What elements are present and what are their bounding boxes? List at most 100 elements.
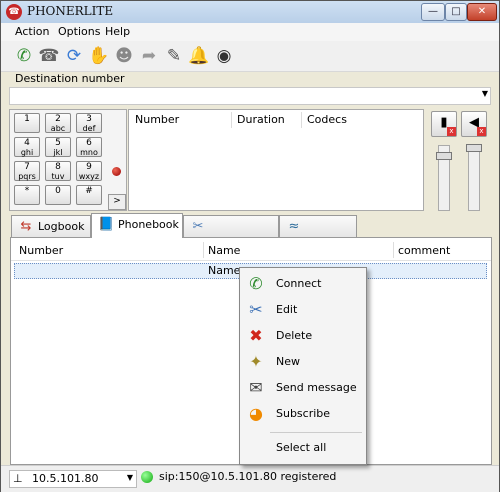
keypad-arrow-button[interactable]: >: [108, 194, 126, 210]
forward-icon[interactable]: ➦: [138, 45, 160, 67]
key-letters: mno: [80, 148, 98, 157]
column-number[interactable]: Number: [19, 244, 63, 257]
slider-thumb[interactable]: [436, 152, 452, 160]
status-led-icon: [112, 167, 121, 176]
rss-icon: ◕: [249, 404, 263, 423]
menu-action[interactable]: Action: [15, 25, 49, 38]
menu-item-connect[interactable]: ✆ Connect: [240, 272, 366, 296]
keypad-key[interactable]: #: [76, 185, 102, 205]
tab-statistics[interactable]: ≈Statistics: [279, 215, 357, 254]
menu-item-select-all[interactable]: Select all: [240, 436, 366, 460]
phonebook-icon: 📘: [98, 217, 115, 232]
mask-icon[interactable]: ◉: [213, 45, 235, 67]
new-wand-icon: ✦: [249, 352, 263, 371]
menu-options[interactable]: Options: [58, 25, 100, 38]
toolbar: ✆ ☎ ⟳ ✋ ☻ ➦ ✎ 🔔 ◉: [1, 41, 499, 72]
close-button[interactable]: ✕: [467, 3, 497, 21]
ip-address-value: 10.5.101.80: [32, 472, 99, 485]
bell-icon[interactable]: 🔔: [188, 45, 210, 67]
keypad-key[interactable]: 4 ghi: [14, 137, 40, 157]
keypad-key[interactable]: 7 pqrs: [14, 161, 40, 181]
keypad-key[interactable]: 2 abc: [45, 113, 71, 133]
menu-item-subscribe[interactable]: ◕ Subscribe: [240, 402, 366, 426]
tab-label: Phonebook: [118, 218, 179, 231]
key-letters: abc: [50, 124, 66, 133]
key-digit: 7: [24, 162, 30, 172]
keypad-key[interactable]: 6 mno: [76, 137, 102, 157]
configuration-icon: ✂: [192, 219, 204, 234]
menu-item-label: Delete: [276, 329, 313, 342]
microphone-volume-slider[interactable]: [436, 145, 452, 211]
speaker-mute-button[interactable]: ◀ x: [461, 111, 487, 137]
keypad-key[interactable]: *: [14, 185, 40, 205]
column-divider: [301, 112, 302, 128]
column-duration[interactable]: Duration: [237, 113, 285, 126]
keypad-key[interactable]: 5 jkl: [45, 137, 71, 157]
speaker-volume-slider[interactable]: [466, 144, 482, 211]
key-digit: *: [24, 186, 30, 196]
column-divider: [231, 112, 232, 128]
dropdown-arrow-icon[interactable]: ▼: [482, 89, 488, 98]
maximize-button[interactable]: □: [445, 3, 467, 21]
ip-address-select[interactable]: ⊥ 10.5.101.80 ▼: [9, 470, 137, 488]
destination-input[interactable]: ▼: [9, 87, 491, 105]
active-calls-table[interactable]: Number Duration Codecs: [128, 109, 424, 211]
transfer-icon[interactable]: ⟳: [63, 45, 85, 67]
column-codecs[interactable]: Codecs: [307, 113, 347, 126]
key-digit: 5: [55, 138, 61, 148]
keypad-key[interactable]: 9 wxyz: [76, 161, 102, 181]
keypad-key[interactable]: 3 def: [76, 113, 102, 133]
envelope-icon: ✉: [249, 378, 263, 397]
menu-item-label: Subscribe: [276, 407, 331, 420]
column-divider: [393, 242, 394, 258]
key-digit: 6: [86, 138, 92, 148]
tab-phonebook[interactable]: 📘 Phonebook: [91, 213, 183, 238]
menu-item-delete[interactable]: ✖ Delete: [240, 324, 366, 348]
keypad-key[interactable]: 8 tuv: [45, 161, 71, 181]
edit-tools-icon: ✂: [249, 300, 263, 319]
menu-item-label: Select all: [276, 441, 327, 454]
keypad-key[interactable]: 0: [45, 185, 71, 205]
keypad-key[interactable]: 1: [14, 113, 40, 133]
registration-status-icon: [141, 471, 153, 483]
key-letters: wxyz: [78, 172, 100, 181]
key-digit: 4: [24, 138, 30, 148]
title-bar[interactable]: ☎ PHONERLITE — □ ✕: [1, 1, 499, 24]
minimize-button[interactable]: —: [421, 3, 445, 21]
hangup-icon[interactable]: ☎: [38, 45, 60, 67]
call-icon[interactable]: ✆: [13, 45, 35, 67]
slider-thumb[interactable]: [466, 144, 482, 152]
column-number[interactable]: Number: [135, 113, 179, 126]
tab-label: Logbook: [38, 220, 85, 233]
key-digit: 3: [86, 114, 92, 124]
menu-help[interactable]: Help: [105, 25, 130, 38]
tab-logbook[interactable]: ⇆ Logbook: [11, 215, 91, 237]
microphone-mute-button[interactable]: ▮ x: [431, 111, 457, 137]
key-letters: def: [82, 124, 96, 133]
menu-item-edit[interactable]: ✂ Edit: [240, 298, 366, 322]
key-digit: 0: [55, 186, 61, 196]
hold-hand-icon[interactable]: ✋: [88, 45, 110, 67]
menu-item-label: Send message: [276, 381, 357, 394]
column-name[interactable]: Name: [208, 244, 240, 257]
conference-icon[interactable]: ☻: [113, 45, 135, 67]
menu-item-new[interactable]: ✦ New: [240, 350, 366, 374]
column-comment[interactable]: comment: [398, 244, 450, 257]
network-icon: ⊥: [13, 472, 23, 485]
column-divider: [203, 242, 204, 258]
registration-status-text: sip:150@10.5.101.80 registered: [159, 470, 337, 483]
key-digit: 2: [55, 114, 61, 124]
dropdown-arrow-icon[interactable]: ▼: [127, 473, 133, 482]
delete-x-icon: ✖: [249, 326, 263, 345]
key-digit: 9: [86, 162, 92, 172]
memo-icon[interactable]: ✎: [163, 45, 185, 67]
key-letters: pqrs: [18, 172, 36, 181]
tab-bar: ⇆Logbook📘Phonebook✂Configuration≈Statist…: [11, 213, 491, 254]
key-digit: #: [85, 186, 93, 196]
status-bar: ⊥ 10.5.101.80 ▼ sip:150@10.5.101.80 regi…: [1, 465, 499, 492]
menu-item-label: Edit: [276, 303, 298, 316]
menu-item-send-message[interactable]: ✉ Send message: [240, 376, 366, 400]
tab-configuration[interactable]: ✂Configuration: [183, 215, 279, 254]
key-digit: 1: [24, 114, 30, 124]
mute-x-icon: x: [447, 127, 456, 136]
